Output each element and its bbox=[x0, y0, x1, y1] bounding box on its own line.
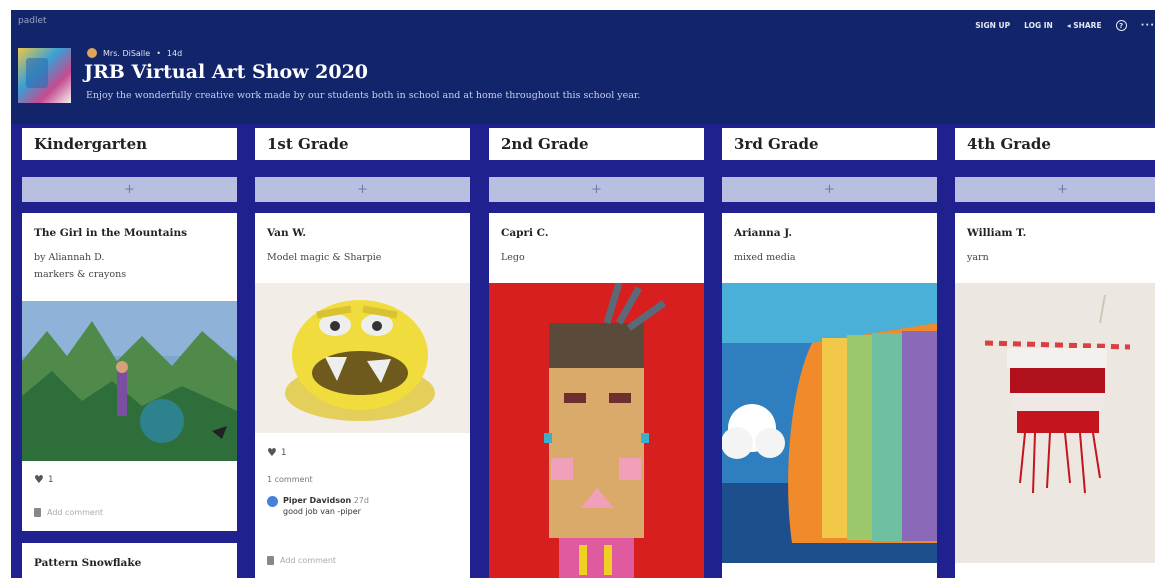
page-subtitle: Enjoy the wonderfully creative work made… bbox=[86, 90, 641, 101]
board-meta: Mrs. DiSalle • 14d bbox=[87, 48, 182, 58]
column-3rd-grade: 3rd Grade + bbox=[722, 128, 937, 202]
add-post-button[interactable]: + bbox=[955, 177, 1155, 202]
post-body: Lego bbox=[489, 239, 704, 266]
column-title[interactable]: 1st Grade bbox=[255, 128, 470, 160]
comment-icon bbox=[34, 508, 41, 517]
post-body: by Aliannah D. markers & crayons bbox=[22, 239, 237, 283]
column-title[interactable]: 4th Grade bbox=[955, 128, 1155, 160]
comment: Piper Davidson 27d good job van -piper bbox=[267, 495, 369, 517]
post-card[interactable]: William T. yarn bbox=[955, 213, 1155, 578]
page-title: JRB Virtual Art Show 2020 bbox=[84, 61, 369, 83]
padlet-board: padlet Mrs. DiSalle • 14d JRB Virtual Ar… bbox=[11, 10, 1155, 578]
more-options-icon[interactable]: ··· bbox=[1141, 20, 1155, 31]
artwork-image[interactable] bbox=[255, 283, 470, 433]
board-thumbnail bbox=[18, 48, 71, 103]
signup-link[interactable]: SIGN UP bbox=[975, 21, 1010, 30]
post-line: yarn bbox=[967, 252, 989, 263]
add-comment-field[interactable]: Add comment bbox=[267, 556, 336, 565]
separator-dot: • bbox=[156, 48, 161, 58]
post-line: markers & crayons bbox=[34, 269, 127, 280]
column-2nd-grade: 2nd Grade + bbox=[489, 128, 704, 202]
post-line: Lego bbox=[501, 252, 525, 263]
post-card[interactable]: Arianna J. mixed media bbox=[722, 213, 937, 578]
top-nav: SIGN UP LOG IN ◂ SHARE ? ··· bbox=[975, 20, 1155, 31]
share-label: SHARE bbox=[1073, 21, 1102, 30]
comment-time: 27d bbox=[353, 496, 369, 505]
like-count: 1 bbox=[47, 474, 54, 485]
post-body: mixed media bbox=[722, 239, 937, 266]
commenter-avatar bbox=[267, 496, 278, 507]
comment-icon bbox=[267, 556, 274, 565]
add-post-button[interactable]: + bbox=[255, 177, 470, 202]
artwork-image[interactable] bbox=[22, 301, 237, 461]
post-card[interactable]: Pattern Snowflake bbox=[22, 543, 237, 578]
comment-count[interactable]: 1 comment bbox=[267, 475, 313, 484]
add-comment-label: Add comment bbox=[47, 508, 104, 517]
share-icon: ◂ bbox=[1066, 21, 1071, 30]
column-title[interactable]: Kindergarten bbox=[22, 128, 237, 160]
page: padlet Mrs. DiSalle • 14d JRB Virtual Ar… bbox=[0, 0, 1155, 578]
post-title: Capri C. bbox=[501, 227, 549, 239]
comment-author: Piper Davidson bbox=[283, 496, 352, 505]
post-card[interactable]: The Girl in the Mountains by Aliannah D.… bbox=[22, 213, 237, 531]
author-avatar bbox=[87, 48, 97, 58]
post-body: yarn bbox=[955, 239, 1155, 266]
artwork-image[interactable] bbox=[489, 281, 704, 578]
add-comment-field[interactable]: Add comment bbox=[34, 508, 103, 517]
post-title: Arianna J. bbox=[734, 227, 793, 239]
author-name[interactable]: Mrs. DiSalle bbox=[103, 49, 150, 58]
column-kindergarten: Kindergarten + bbox=[22, 128, 237, 202]
post-card[interactable]: Van W. Model magic & Sharpie ♥ 1 1 comme… bbox=[255, 213, 470, 578]
board-header: padlet Mrs. DiSalle • 14d JRB Virtual Ar… bbox=[11, 10, 1155, 124]
post-line: mixed media bbox=[734, 252, 796, 263]
add-post-button[interactable]: + bbox=[722, 177, 937, 202]
post-title: William T. bbox=[967, 227, 1027, 239]
column-title[interactable]: 3rd Grade bbox=[722, 128, 937, 160]
column-4th-grade: 4th Grade + bbox=[955, 128, 1155, 202]
post-body: Model magic & Sharpie bbox=[255, 239, 470, 266]
artwork-image[interactable] bbox=[955, 283, 1155, 563]
share-button[interactable]: ◂ SHARE bbox=[1067, 21, 1102, 30]
post-card[interactable]: Capri C. Lego bbox=[489, 213, 704, 578]
add-comment-label: Add comment bbox=[280, 556, 337, 565]
post-title: Van W. bbox=[267, 227, 307, 239]
heart-icon: ♥ bbox=[34, 473, 44, 486]
comment-content: Piper Davidson 27d good job van -piper bbox=[283, 495, 369, 517]
post-line: by Aliannah D. bbox=[34, 252, 105, 263]
column-1st-grade: 1st Grade + bbox=[255, 128, 470, 202]
board-age: 14d bbox=[166, 48, 183, 58]
like-button[interactable]: ♥ 1 bbox=[34, 473, 54, 486]
artwork-image[interactable] bbox=[722, 283, 937, 563]
column-title[interactable]: 2nd Grade bbox=[489, 128, 704, 160]
login-link[interactable]: LOG IN bbox=[1024, 21, 1053, 30]
add-post-button[interactable]: + bbox=[22, 177, 237, 202]
like-button[interactable]: ♥ 1 bbox=[267, 446, 287, 459]
post-title: Pattern Snowflake bbox=[34, 557, 142, 569]
brand-logo[interactable]: padlet bbox=[18, 16, 47, 26]
comment-text: good job van -piper bbox=[283, 507, 361, 516]
help-icon[interactable]: ? bbox=[1115, 20, 1127, 31]
post-title: The Girl in the Mountains bbox=[34, 227, 188, 239]
like-count: 1 bbox=[280, 447, 287, 458]
add-post-button[interactable]: + bbox=[489, 177, 704, 202]
post-line: Model magic & Sharpie bbox=[267, 252, 382, 263]
heart-icon: ♥ bbox=[267, 446, 277, 459]
